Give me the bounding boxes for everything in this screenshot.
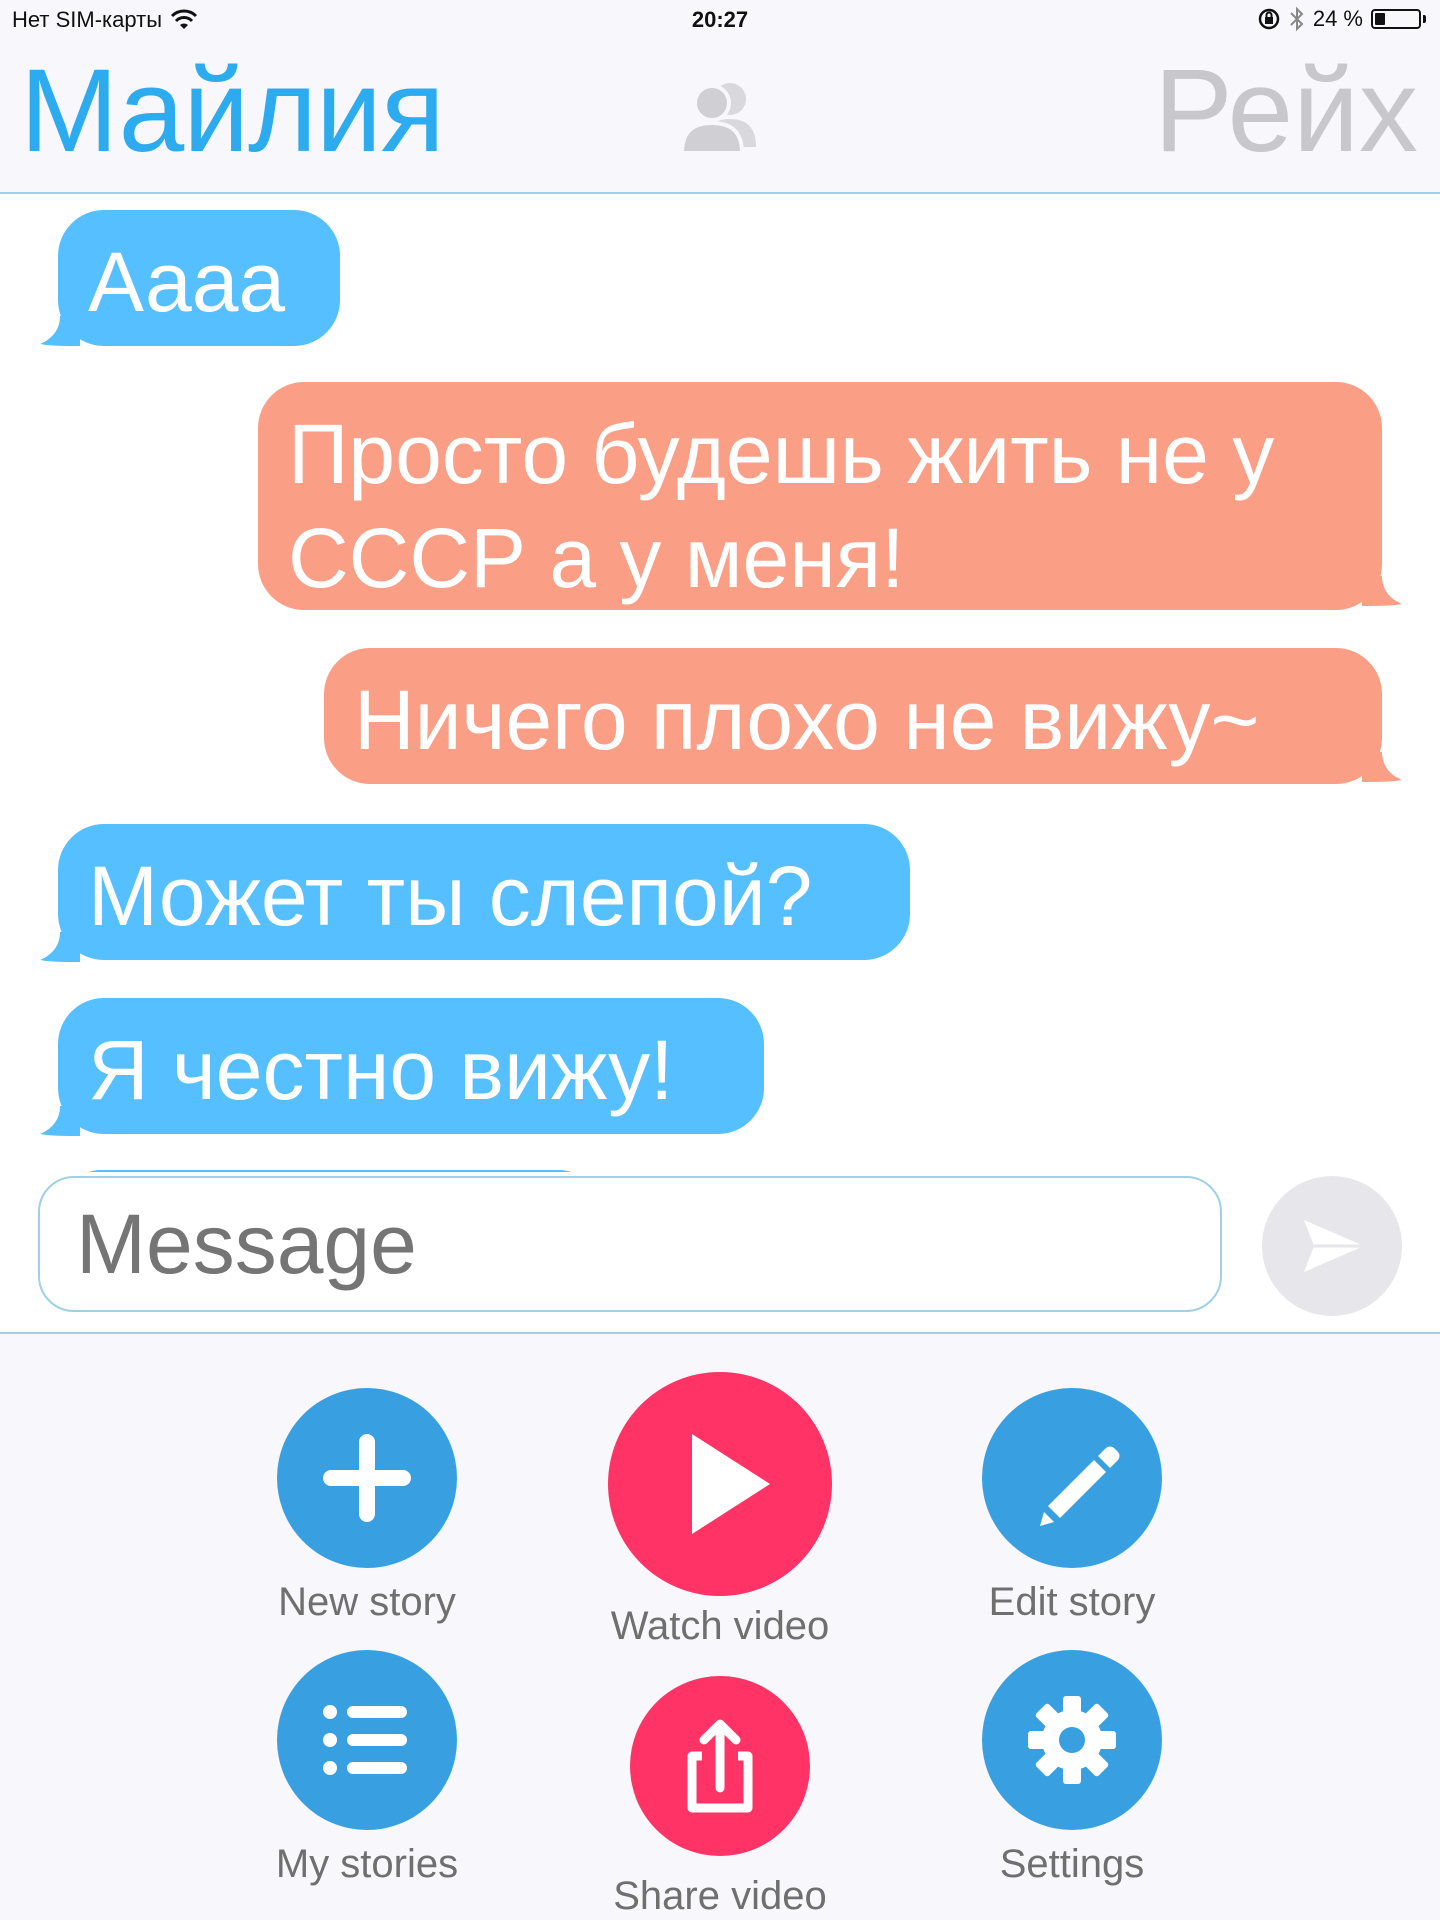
edit-story-label: Edit story [988,1580,1156,1624]
pencil-icon [1040,1446,1120,1526]
chat-header: Майлия Рейх [0,40,1440,194]
battery-icon [1371,9,1421,29]
message-bubble-incoming: Может ты слепой? [58,824,910,960]
chat-area: Аааа Просто будешь жить не у СССР а у ме… [0,194,1440,1174]
plus-icon [323,1434,411,1522]
edit-story-button[interactable]: Edit story [922,1388,1222,1625]
new-story-circle[interactable] [277,1388,457,1568]
watch-video-button[interactable]: Watch video [570,1372,870,1649]
battery-tip [1423,15,1426,23]
message-bubble-incoming: Я честно вижу! [58,998,764,1134]
message-text: Аааа [88,235,286,329]
my-stories-label: My stories [275,1842,459,1886]
send-icon [1304,1220,1364,1272]
message-text: Просто будешь жить не у СССР а у меня! [288,407,1275,605]
new-story-label: New story [278,1580,456,1624]
my-stories-button[interactable]: My stories [217,1650,517,1887]
message-text: Я честно вижу! [88,1023,674,1117]
share-video-button[interactable]: Share video [570,1676,870,1919]
message-text: Может ты слепой? [88,849,813,943]
share-icon [687,1719,753,1813]
battery-percent: 24 % [1312,6,1363,31]
status-time: 20:27 [691,7,749,32]
message-bubble-incoming: Аааа [58,210,340,346]
gear-icon [1028,1696,1116,1784]
right-character-name[interactable]: Рейх [1154,52,1418,170]
share-video-circle[interactable] [630,1676,810,1856]
status-right: 24 % [1257,6,1426,32]
bluetooth-icon [1290,6,1304,32]
rotation-lock-icon [1258,8,1280,30]
settings-button[interactable]: Settings [922,1650,1222,1887]
settings-label: Settings [999,1842,1145,1886]
my-stories-circle[interactable] [277,1650,457,1830]
status-bar: Нет SIM-карты 20:27 24 % [0,0,1440,40]
story-menu: New story Watch video Edit story My stor… [0,1334,1440,1920]
watch-video-label: Watch video [610,1604,830,1648]
watch-video-circle[interactable] [608,1372,832,1596]
message-bubble-outgoing: Просто будешь жить не у СССР а у меня! [258,382,1382,610]
share-video-label: Share video [613,1874,827,1918]
message-text: Ничего плохо не вижу~ [354,673,1260,767]
message-input-bar [0,1172,1440,1334]
list-icon [323,1705,407,1775]
edit-story-circle[interactable] [982,1388,1162,1568]
battery-level [1375,13,1385,25]
settings-circle[interactable] [982,1650,1162,1830]
play-icon [692,1434,770,1534]
message-bubble-outgoing: Ничего плохо не вижу~ [324,648,1382,784]
new-story-button[interactable]: New story [217,1388,517,1625]
message-input[interactable] [38,1176,1222,1312]
send-button[interactable] [1262,1176,1402,1316]
left-character-name[interactable]: Майлия [20,52,445,170]
contacts-icon[interactable] [670,65,770,165]
